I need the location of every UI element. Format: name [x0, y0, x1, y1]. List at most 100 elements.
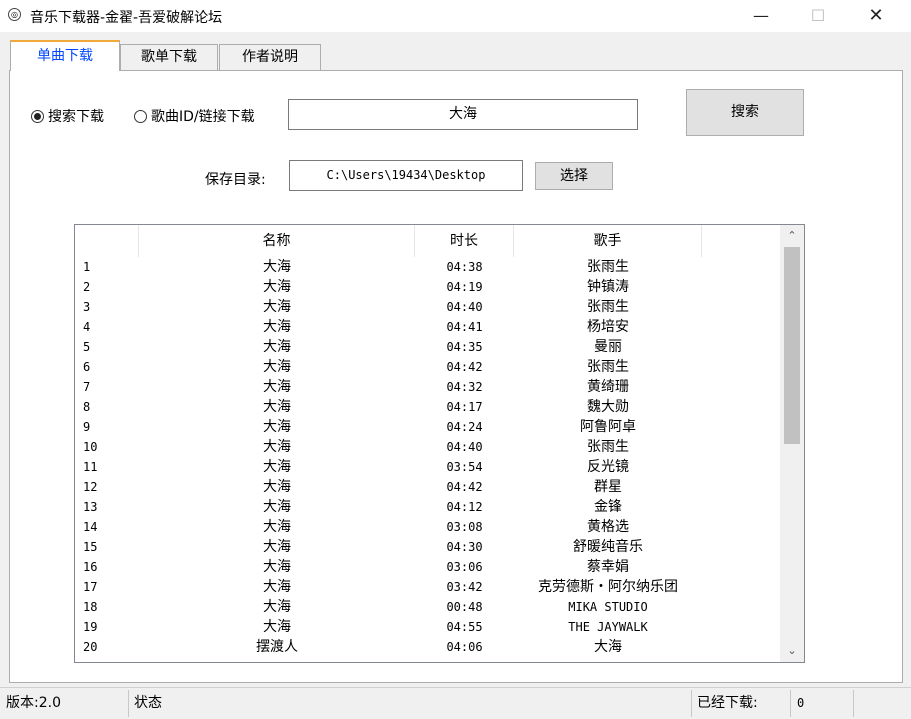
row-index: 17: [83, 580, 98, 594]
table-row[interactable]: 18 大海 00:48 MIKA STUDIO: [75, 597, 780, 617]
status-divider: [128, 690, 129, 717]
table-row[interactable]: 20 摆渡人 04:06 大海: [75, 637, 780, 657]
save-directory-label: 保存目录:: [205, 172, 266, 188]
table-row[interactable]: 6 大海 04:42 张雨生: [75, 357, 780, 377]
row-artist: 反光镜: [587, 459, 629, 475]
row-duration: 03:42: [446, 580, 483, 594]
row-index: 4: [83, 320, 91, 334]
table-row[interactable]: 17 大海 03:42 克劳德斯・阿尔纳乐团: [75, 577, 780, 597]
row-duration: 04:40: [446, 440, 483, 454]
row-artist: 黄绮珊: [587, 379, 629, 395]
row-artist: 曼丽: [594, 339, 622, 355]
table-row[interactable]: 13 大海 04:12 金锋: [75, 497, 780, 517]
table-row[interactable]: 19 大海 04:55 THE JAYWALK: [75, 617, 780, 637]
minimize-button[interactable]: —: [738, 0, 784, 32]
table-row[interactable]: 2 大海 04:19 钟镇涛: [75, 277, 780, 297]
row-song-name: 大海: [263, 419, 291, 435]
row-song-name: 大海: [263, 479, 291, 495]
row-index: 10: [83, 440, 98, 454]
row-artist: THE JAYWALK: [568, 620, 648, 634]
table-row[interactable]: 7 大海 04:32 黄绮珊: [75, 377, 780, 397]
row-duration: 04:38: [446, 260, 483, 274]
row-song-name: 摆渡人: [256, 639, 298, 655]
table-row[interactable]: 8 大海 04:17 魏大勋: [75, 397, 780, 417]
row-artist: 钟镇涛: [587, 279, 629, 295]
row-artist: 张雨生: [587, 439, 629, 455]
radio-id-label: 歌曲ID/链接下载: [151, 109, 255, 125]
tab-playlist-download[interactable]: 歌单下载: [120, 44, 218, 70]
list-rows: 1 大海 04:38 张雨生 2 大海 04:19 钟镇涛 3 大海 04:40 张雨生 4 大海 04:4…: [75, 257, 780, 657]
app-icon: ◎: [8, 8, 21, 21]
tab-author-notes[interactable]: 作者说明: [219, 44, 321, 70]
column-header-duration[interactable]: 时长: [415, 225, 514, 257]
row-artist: 杨培安: [587, 319, 629, 335]
row-duration: 04:55: [446, 620, 483, 634]
table-row[interactable]: 4 大海 04:41 杨培安: [75, 317, 780, 337]
scrollbar-thumb[interactable]: [784, 247, 800, 444]
row-artist: 张雨生: [587, 259, 629, 275]
row-duration: 04:17: [446, 400, 483, 414]
scroll-down-arrow-icon[interactable]: ⌄: [780, 640, 804, 662]
row-artist: 张雨生: [587, 359, 629, 375]
choose-directory-button[interactable]: 选择: [535, 162, 613, 190]
column-header-index[interactable]: [75, 225, 139, 257]
search-button[interactable]: 搜索: [686, 89, 804, 136]
row-index: 9: [83, 420, 91, 434]
row-duration: 03:06: [446, 560, 483, 574]
row-song-name: 大海: [263, 559, 291, 575]
save-directory-field[interactable]: C:\Users\19434\Desktop: [289, 160, 523, 191]
maximize-button[interactable]: ☐: [795, 0, 841, 32]
row-index: 20: [83, 640, 98, 654]
song-list[interactable]: 名称 时长 歌手 1 大海 04:38 张雨生 2 大海 04:19 钟镇涛 3 大海 04:40 张…: [74, 224, 805, 663]
row-song-name: 大海: [263, 619, 291, 635]
row-index: 2: [83, 280, 91, 294]
radio-unchecked-icon: [134, 109, 147, 123]
status-divider: [853, 690, 854, 717]
row-artist: 黄格选: [587, 519, 629, 535]
row-index: 13: [83, 500, 98, 514]
table-row[interactable]: 16 大海 03:06 蔡幸娟: [75, 557, 780, 577]
row-index: 6: [83, 360, 91, 374]
tab-single-download[interactable]: 单曲下载: [10, 40, 120, 71]
row-index: 14: [83, 520, 98, 534]
status-divider: [790, 690, 791, 717]
row-duration: 04:42: [446, 480, 483, 494]
row-duration: 04:32: [446, 380, 483, 394]
table-row[interactable]: 15 大海 04:30 舒暖纯音乐: [75, 537, 780, 557]
scroll-up-arrow-icon[interactable]: ⌃: [780, 225, 804, 247]
row-artist: 大海: [594, 639, 622, 655]
row-index: 11: [83, 460, 98, 474]
row-index: 18: [83, 600, 98, 614]
row-song-name: 大海: [263, 279, 291, 295]
row-artist: 克劳德斯・阿尔纳乐团: [538, 579, 678, 595]
row-index: 7: [83, 380, 91, 394]
row-index: 5: [83, 340, 91, 354]
column-header-name[interactable]: 名称: [139, 225, 415, 257]
title-bar[interactable]: ◎ 音乐下载器-金翟-吾爱破解论坛 — ☐ ✕: [0, 0, 911, 32]
column-header-artist[interactable]: 歌手: [514, 225, 702, 257]
downloaded-count: 0: [797, 696, 805, 710]
downloaded-label: 已经下载:: [697, 695, 758, 711]
table-row[interactable]: 12 大海 04:42 群星: [75, 477, 780, 497]
vertical-scrollbar[interactable]: ⌃ ⌄: [780, 225, 804, 662]
row-duration: 04:06: [446, 640, 483, 654]
radio-search-label: 搜索下载: [48, 109, 104, 125]
table-row[interactable]: 5 大海 04:35 曼丽: [75, 337, 780, 357]
table-row[interactable]: 14 大海 03:08 黄格选: [75, 517, 780, 537]
radio-id-download[interactable]: 歌曲ID/链接下载: [134, 105, 255, 127]
row-song-name: 大海: [263, 399, 291, 415]
radio-search-download[interactable]: 搜索下载: [31, 105, 104, 127]
table-row[interactable]: 11 大海 03:54 反光镜: [75, 457, 780, 477]
table-row[interactable]: 1 大海 04:38 张雨生: [75, 257, 780, 277]
row-index: 3: [83, 300, 91, 314]
row-song-name: 大海: [263, 519, 291, 535]
table-row[interactable]: 9 大海 04:24 阿鲁阿卓: [75, 417, 780, 437]
table-row[interactable]: 3 大海 04:40 张雨生: [75, 297, 780, 317]
search-input[interactable]: 大海: [288, 99, 638, 130]
status-text: 状态: [134, 695, 162, 711]
row-artist: 群星: [594, 479, 622, 495]
close-button[interactable]: ✕: [853, 0, 899, 32]
row-duration: 03:54: [446, 460, 483, 474]
row-duration: 04:19: [446, 280, 483, 294]
table-row[interactable]: 10 大海 04:40 张雨生: [75, 437, 780, 457]
